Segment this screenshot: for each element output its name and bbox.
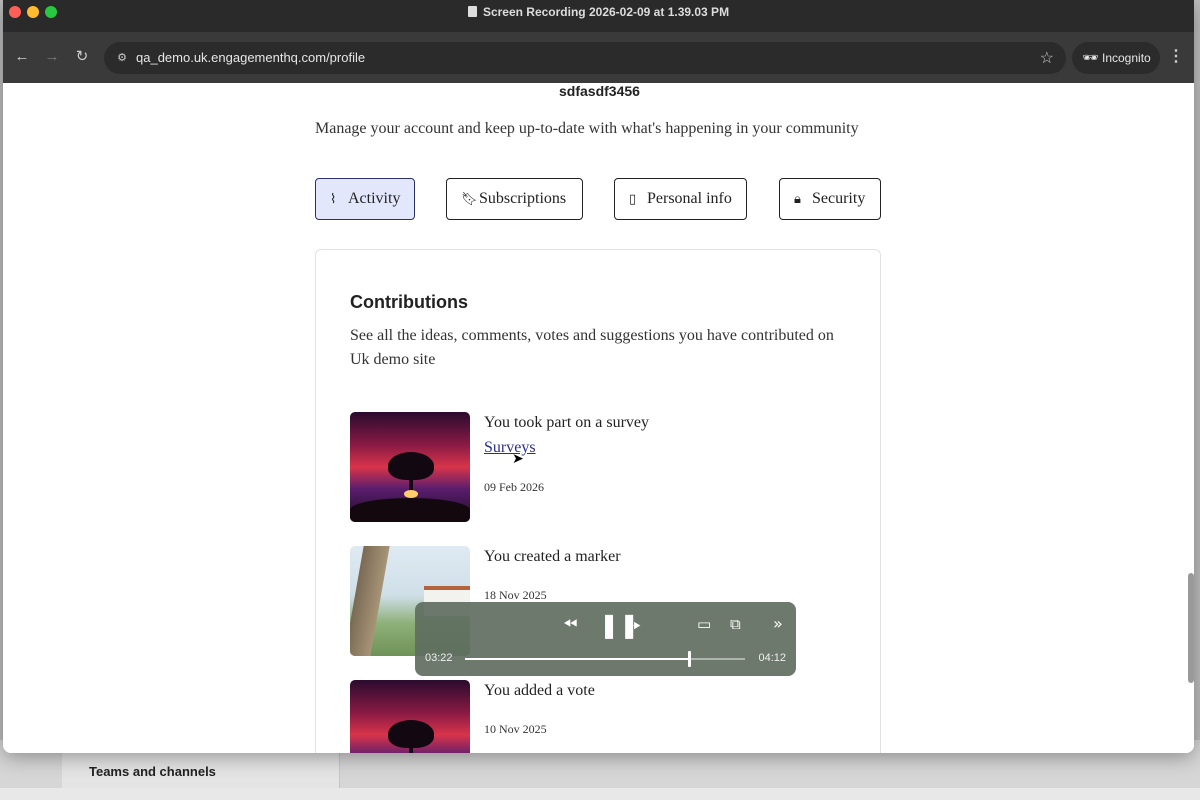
tab-activity-label: Activity — [348, 190, 401, 207]
browser-toolbar: ← → ↻ ⚙ qa_demo.uk.engagementhq.com/prof… — [3, 26, 1194, 83]
teams-and-channels-label: Teams and channels — [89, 764, 216, 779]
back-button[interactable]: ← — [11, 46, 33, 68]
contribution-text: You created a marker — [484, 548, 621, 565]
surveys-link[interactable]: Surveys — [484, 439, 536, 457]
incognito-label: Incognito — [1102, 51, 1151, 65]
clipboard-icon: ▯ — [629, 192, 637, 207]
mouse-cursor-icon: ➤ — [512, 450, 524, 466]
total-time: 04:12 — [758, 652, 786, 664]
tab-subscriptions-label: Subscriptions — [479, 190, 567, 207]
window-title: Screen Recording 2026-02-09 at 1.39.03 P… — [3, 5, 1194, 19]
tree-trunk-shape — [409, 744, 413, 753]
ground-shape — [350, 498, 470, 522]
activity-icon: ⌇ — [330, 192, 337, 207]
video-player-controls: ⏪︎ ❚❚ ⏩︎ ▭ ⧉ » 03:22 04:12 — [415, 602, 796, 676]
tab-activity[interactable]: ⌇ Activity — [315, 178, 415, 220]
player-window: Screen Recording 2026-02-09 at 1.39.03 P… — [3, 0, 1194, 753]
tab-security-label: Security — [812, 190, 866, 207]
contribution-date: 10 Nov 2025 — [484, 722, 547, 736]
playback-scrubber-knob[interactable] — [688, 651, 691, 667]
document-icon — [467, 6, 477, 17]
background-status-bar — [0, 788, 1200, 800]
forward-button[interactable]: → — [41, 46, 63, 68]
contributions-card: Contributions See all the ideas, comment… — [315, 249, 881, 753]
url-text: qa_demo.uk.engagementhq.com/profile — [136, 50, 366, 65]
bookmark-icon: 🔖︎ — [461, 192, 478, 207]
profile-tagline: Manage your account and keep up-to-date … — [315, 120, 859, 137]
window-title-text: Screen Recording 2026-02-09 at 1.39.03 P… — [482, 5, 730, 19]
fast-forward-icon[interactable]: ⏩︎ — [627, 614, 641, 635]
playback-progress-fill — [465, 658, 689, 660]
playback-scrubber[interactable] — [465, 651, 745, 667]
contributions-title: Contributions — [350, 292, 468, 312]
contribution-date: 18 Nov 2025 — [484, 588, 547, 602]
browser-menu-icon[interactable]: ⋮ — [1168, 46, 1184, 66]
palm-trunk-shape — [350, 546, 390, 656]
current-time: 03:22 — [425, 652, 453, 664]
username: sdfasdf3456 — [559, 83, 640, 99]
reload-button[interactable]: ↻ — [71, 46, 93, 68]
sun-glow-shape — [404, 490, 418, 498]
incognito-badge[interactable]: 🕶 Incognito — [1072, 42, 1160, 74]
tab-subscriptions[interactable]: 🔖︎Subscriptions — [446, 178, 583, 220]
contribution-thumbnail[interactable] — [350, 412, 470, 522]
contribution-thumbnail[interactable] — [350, 680, 470, 753]
page-scrollbar[interactable] — [1188, 573, 1194, 683]
more-controls-icon[interactable]: » — [773, 614, 783, 633]
picture-in-picture-icon[interactable]: ⧉ — [730, 615, 741, 633]
site-info-icon[interactable]: ⚙ — [114, 50, 130, 66]
rewind-icon[interactable]: ⏪︎ — [563, 614, 577, 635]
contribution-text: You added a vote — [484, 682, 595, 699]
tab-personal-info-label: Personal info — [647, 190, 732, 207]
bookmark-star-icon[interactable]: ☆ — [1040, 48, 1054, 68]
airplay-icon[interactable]: ▭ — [697, 615, 711, 633]
contribution-text: You took part on a survey — [484, 414, 650, 431]
lock-icon: 🔒︎ — [794, 192, 801, 207]
incognito-icon: 🕶 — [1082, 50, 1099, 65]
contributions-description: See all the ideas, comments, votes and s… — [350, 327, 834, 368]
list-item: You took part on a survey Surveys 09 Feb… — [350, 412, 850, 522]
list-item: You added a vote 10 Nov 2025 — [350, 680, 850, 753]
tab-personal-info[interactable]: ▯ Personal info — [614, 178, 747, 220]
contribution-date: 09 Feb 2026 — [484, 480, 544, 494]
tab-security[interactable]: 🔒︎ Security — [779, 178, 881, 220]
title-bar: Screen Recording 2026-02-09 at 1.39.03 P… — [3, 0, 1194, 26]
address-bar[interactable]: ⚙ qa_demo.uk.engagementhq.com/profile ☆ — [104, 42, 1066, 74]
